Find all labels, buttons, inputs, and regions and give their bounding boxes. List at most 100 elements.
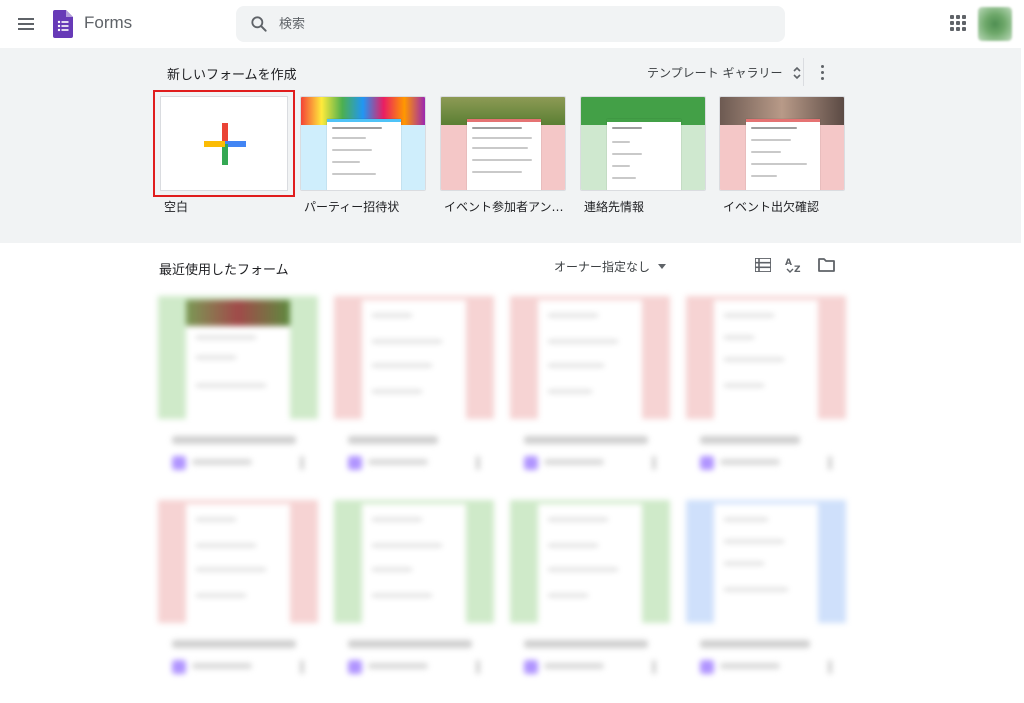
- card-sheet: [714, 504, 818, 623]
- thumb-line: [612, 141, 630, 143]
- more-options-icon[interactable]: [652, 456, 656, 470]
- more-options-icon[interactable]: [828, 456, 832, 470]
- card-title: [524, 436, 648, 444]
- card-line: [724, 562, 764, 565]
- thumb-line: [472, 171, 522, 173]
- owner-filter-dropdown[interactable]: オーナー指定なし: [554, 258, 667, 275]
- card-line: [372, 518, 422, 521]
- card-title: [700, 436, 800, 444]
- thumb-line: [472, 127, 522, 129]
- recent-form-card[interactable]: [510, 296, 670, 486]
- thumb-line: [751, 163, 807, 165]
- search-bar[interactable]: [236, 6, 785, 42]
- template-label-event-survey[interactable]: イベント参加者アンケート: [444, 198, 566, 215]
- card-line: [196, 568, 266, 571]
- card-line: [724, 358, 784, 361]
- more-options-icon[interactable]: [300, 456, 304, 470]
- recent-form-card[interactable]: [334, 500, 494, 690]
- card-line: [724, 314, 774, 317]
- template-label-rsvp[interactable]: イベント出欠確認: [723, 198, 853, 215]
- card-meta: [544, 459, 604, 465]
- thumb-line: [332, 161, 360, 163]
- thumb-accent-bar: [746, 119, 820, 122]
- template-label-blank[interactable]: 空白: [164, 198, 294, 215]
- template-event-rsvp[interactable]: [719, 96, 845, 191]
- card-meta: [192, 459, 252, 465]
- recent-form-card[interactable]: [686, 500, 846, 690]
- thumb-accent-bar: [607, 119, 681, 122]
- more-options-icon[interactable]: [816, 62, 828, 82]
- card-line: [548, 544, 598, 547]
- search-icon[interactable]: [249, 14, 269, 34]
- owner-filter-label: オーナー指定なし: [554, 260, 651, 274]
- template-event-survey[interactable]: [440, 96, 566, 191]
- recent-form-card[interactable]: [158, 500, 318, 690]
- more-options-icon[interactable]: [476, 660, 480, 674]
- recent-form-card[interactable]: [158, 296, 318, 486]
- card-line: [724, 336, 754, 339]
- forms-icon: [524, 660, 538, 674]
- card-title: [348, 640, 472, 648]
- recent-form-card[interactable]: [510, 500, 670, 690]
- app-title[interactable]: Forms: [84, 13, 132, 33]
- template-blank[interactable]: [160, 96, 288, 191]
- card-line: [372, 340, 442, 343]
- svg-text:Z: Z: [794, 265, 801, 274]
- thumb-sheet: [607, 119, 681, 190]
- card-line: [548, 390, 592, 393]
- more-options-icon[interactable]: [300, 660, 304, 674]
- recent-form-card[interactable]: [334, 296, 494, 486]
- template-gallery-button[interactable]: テンプレート ギャラリー: [647, 64, 802, 81]
- recent-form-card[interactable]: [686, 296, 846, 486]
- card-line: [372, 314, 412, 317]
- main-menu-icon[interactable]: [14, 12, 38, 36]
- card-title: [700, 640, 810, 648]
- thumb-line: [751, 151, 781, 153]
- card-sheet: [714, 300, 818, 419]
- thumb-line: [612, 177, 636, 179]
- card-line: [548, 314, 598, 317]
- top-app-bar: Forms: [0, 0, 1024, 48]
- list-view-icon[interactable]: [755, 258, 771, 272]
- card-title: [524, 640, 648, 648]
- card-line: [548, 594, 588, 597]
- template-party-invitation[interactable]: [300, 96, 426, 191]
- svg-text:A: A: [785, 258, 792, 268]
- more-options-icon[interactable]: [476, 456, 480, 470]
- card-sheet: [538, 300, 642, 419]
- card-meta: [192, 663, 252, 669]
- card-line: [196, 544, 256, 547]
- divider: [803, 58, 804, 86]
- card-line: [372, 594, 432, 597]
- forms-logo-icon[interactable]: [53, 10, 73, 38]
- thumb-line: [612, 165, 630, 167]
- thumb-accent-bar: [327, 119, 401, 122]
- sort-az-icon[interactable]: A Z: [785, 256, 805, 274]
- account-avatar[interactable]: [978, 7, 1012, 41]
- thumb-line: [751, 139, 791, 141]
- forms-icon: [172, 456, 186, 470]
- thumb-sheet: [327, 119, 401, 190]
- card-sheet: [362, 504, 466, 623]
- thumb-sheet: [467, 119, 541, 190]
- forms-icon: [524, 456, 538, 470]
- thumb-line: [332, 127, 382, 129]
- template-label-party[interactable]: パーティー招待状: [304, 198, 434, 215]
- google-apps-icon[interactable]: [950, 15, 966, 31]
- forms-icon: [700, 456, 714, 470]
- thumb-line: [612, 127, 642, 129]
- folder-icon[interactable]: [818, 257, 835, 272]
- more-options-icon[interactable]: [828, 660, 832, 674]
- card-meta: [544, 663, 604, 669]
- forms-icon: [700, 660, 714, 674]
- thumb-line: [751, 175, 777, 177]
- thumb-line: [332, 137, 366, 139]
- search-input[interactable]: [279, 16, 759, 32]
- template-label-contact[interactable]: 連絡先情報: [584, 198, 714, 215]
- template-contact-info[interactable]: [580, 96, 706, 191]
- card-line: [372, 390, 422, 393]
- more-options-icon[interactable]: [652, 660, 656, 674]
- card-line: [196, 384, 266, 387]
- thumb-line: [472, 147, 528, 149]
- new-form-heading: 新しいフォームを作成: [167, 68, 297, 83]
